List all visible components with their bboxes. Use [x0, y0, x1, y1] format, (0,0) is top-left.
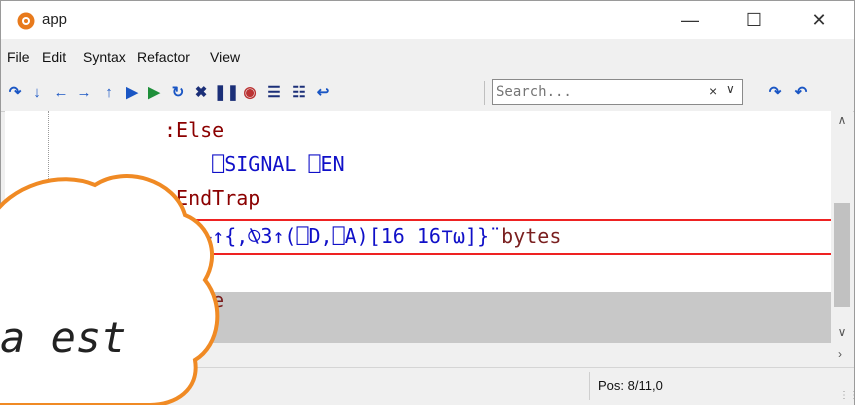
code-token: :EndTrap	[164, 186, 261, 210]
code-line[interactable]: :EndTrap	[164, 183, 260, 213]
callout-text: a est	[0, 313, 127, 362]
toolbar: ↷ ↓ ← → ↑ ▶ ▶ ↻ ✖ ❚❚ ◉ ☰ ☷ ↩ × ∨ ↷ ↶	[1, 75, 854, 112]
window-title: app	[42, 11, 68, 28]
maximize-button[interactable]: ☐	[731, 3, 777, 37]
breakpoints-icon[interactable]: ◉	[240, 83, 260, 103]
close-button[interactable]: ✕	[796, 3, 842, 37]
code-line[interactable]: space	[164, 285, 224, 315]
step-over-icon[interactable]: ↷	[5, 83, 25, 103]
menu-view[interactable]: View	[210, 49, 240, 65]
run-icon[interactable]: ▶	[122, 83, 142, 103]
search-input[interactable]	[496, 82, 706, 102]
list-icon[interactable]: ☰	[264, 83, 284, 103]
trace-into-icon[interactable]: ↓	[27, 83, 47, 103]
return-icon[interactable]: ↩	[313, 83, 333, 103]
clear-search-icon[interactable]: ×	[709, 83, 717, 99]
code-token: space	[164, 288, 225, 312]
continue-icon[interactable]: ▶	[144, 83, 164, 103]
menu-bar: File Edit Syntax Refactor View	[1, 39, 854, 75]
code-token: ⎕SIGNAL ⎕EN	[164, 152, 345, 176]
cursor-position: Pos: 8/11,0	[598, 378, 663, 393]
list-bold-icon[interactable]: ☷	[289, 83, 309, 103]
chevron-down-icon[interactable]: ∨	[726, 82, 735, 96]
selected-line-highlight	[5, 292, 831, 343]
code-line[interactable]: ⎕SIGNAL ⎕EN	[164, 149, 345, 179]
scroll-down-icon[interactable]: ∨	[831, 325, 853, 339]
search-box[interactable]: × ∨	[492, 79, 743, 105]
status-bar: Pos: 8/11,0 ⋮⋮	[1, 367, 855, 405]
code-line[interactable]: hex←↑{,⍉3↑(⎕D,⎕A)[16 16⊤⍵]}¨bytes	[164, 221, 561, 251]
back-icon[interactable]: ←	[51, 83, 71, 103]
app-logo-icon	[17, 12, 35, 30]
code-token: hex	[164, 224, 201, 248]
code-token: :Else	[164, 118, 225, 142]
menu-file[interactable]: File	[7, 49, 30, 65]
app-window: app — ☐ ✕ File Edit Syntax Refactor View…	[0, 0, 855, 405]
up-icon[interactable]: ↑	[99, 83, 119, 103]
scroll-up-icon[interactable]: ∧	[831, 113, 853, 127]
stop-icon[interactable]: ✖	[191, 83, 211, 103]
search-prev-icon[interactable]: ↶	[791, 83, 811, 103]
menu-refactor[interactable]: Refactor	[137, 49, 190, 65]
menu-syntax[interactable]: Syntax	[83, 49, 126, 65]
menu-edit[interactable]: Edit	[42, 49, 66, 65]
forward-icon[interactable]: →	[74, 83, 94, 103]
minimize-button[interactable]: —	[667, 3, 713, 37]
restart-icon[interactable]: ↻	[168, 83, 188, 103]
vertical-scrollbar[interactable]: ∧ ∨	[831, 111, 853, 343]
pause-icon[interactable]: ❚❚	[214, 83, 239, 103]
code-editor[interactable]: :Else ⎕SIGNAL ⎕EN :EndTrap hex←↑{,⍉3↑(⎕D,⎕…	[5, 111, 831, 343]
scroll-thumb[interactable]	[834, 203, 850, 307]
code-line[interactable]: :Else	[164, 115, 224, 145]
horizontal-scrollbar[interactable]: ›	[5, 343, 853, 367]
toolbar-separator	[484, 81, 485, 105]
resize-grip-icon[interactable]: ⋮⋮	[839, 390, 855, 401]
search-next-icon[interactable]: ↷	[765, 83, 785, 103]
title-bar: app — ☐ ✕	[1, 1, 854, 39]
code-token: bytes	[501, 224, 562, 248]
status-separator	[589, 372, 590, 400]
scroll-right-icon[interactable]: ›	[829, 347, 851, 361]
code-token: ←↑{,⍉3↑(⎕D,⎕A)[16 16⊤⍵]}¨	[200, 224, 502, 248]
